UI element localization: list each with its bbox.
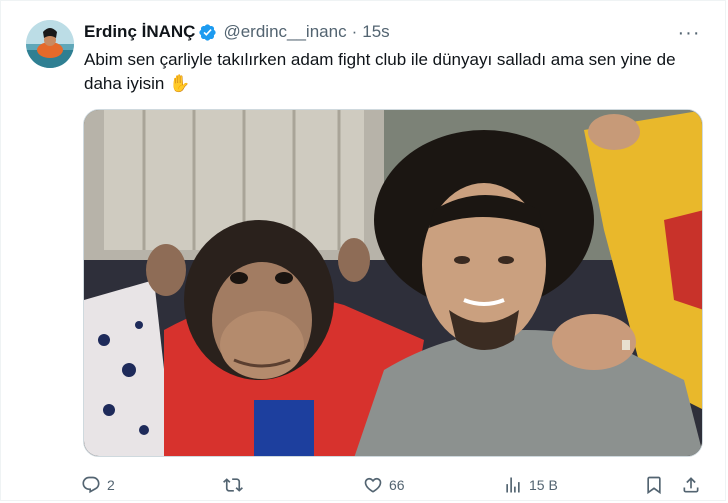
bookmark-button[interactable] — [644, 472, 664, 498]
repost-button[interactable] — [223, 472, 249, 498]
like-count: 66 — [389, 477, 405, 493]
handle[interactable]: @erdinc__inanc — [223, 22, 346, 42]
timestamp[interactable]: 15s — [362, 22, 389, 42]
action-bar: 2 66 15 B — [81, 472, 706, 498]
reply-count: 2 — [107, 477, 115, 493]
tweet-text: Abim sen çarliyle takılırken adam fight … — [84, 50, 676, 93]
like-button[interactable]: 66 — [363, 472, 405, 498]
verified-badge-icon — [198, 23, 217, 42]
views-button[interactable]: 15 B — [503, 472, 558, 498]
share-button[interactable] — [681, 472, 701, 498]
repost-icon — [223, 478, 243, 492]
display-name[interactable]: Erdinç İNANÇ — [84, 22, 195, 42]
heart-icon — [364, 477, 382, 493]
views-icon — [506, 477, 520, 493]
reply-button[interactable]: 2 — [81, 472, 115, 498]
reply-icon — [82, 476, 100, 494]
separator-dot: · — [351, 22, 358, 41]
bookmark-icon — [647, 476, 661, 495]
tweet-card[interactable]: Erdinç İNANÇ @erdinc__inanc · 15s ··· Ab… — [0, 0, 726, 501]
views-count: 15 B — [529, 477, 558, 493]
tweet-header: Erdinç İNANÇ @erdinc__inanc · 15s — [84, 21, 390, 43]
share-icon — [683, 477, 699, 493]
more-options-icon[interactable]: ··· — [675, 19, 703, 47]
avatar[interactable] — [26, 20, 74, 68]
tweet-media-image[interactable] — [83, 109, 703, 457]
